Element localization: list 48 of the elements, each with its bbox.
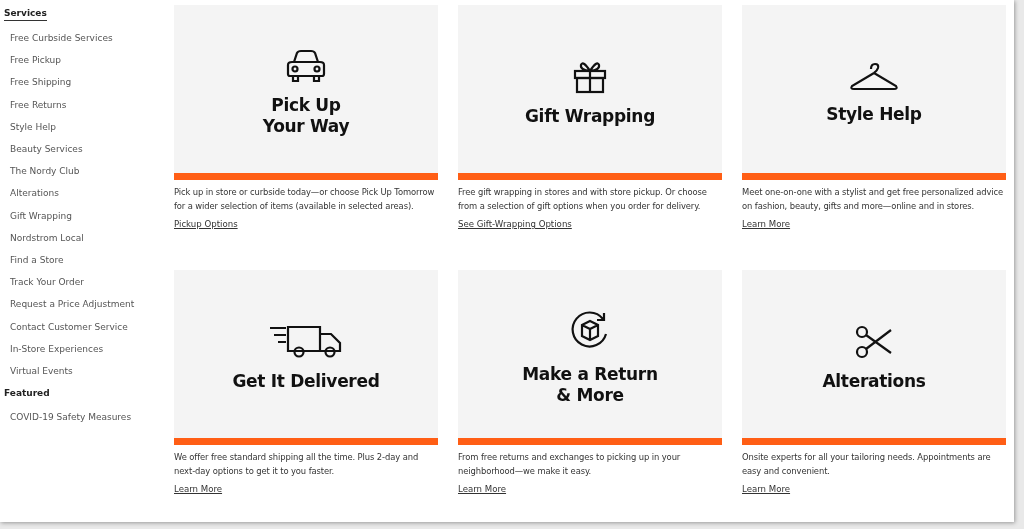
sidebar-heading[interactable]: Featured bbox=[4, 386, 50, 401]
card-tile[interactable]: Gift Wrapping bbox=[458, 5, 722, 173]
sidebar-link[interactable]: Virtual Events bbox=[4, 360, 170, 383]
card-tile[interactable]: Alterations bbox=[742, 270, 1006, 438]
card-link[interactable]: Learn More bbox=[174, 484, 223, 494]
card-description: Free gift wrapping in stores and with store pickup. Or choose from a selection of gift options when you order for delivery. bbox=[458, 186, 708, 213]
sidebar-link[interactable]: Request a Price Adjustment bbox=[4, 293, 170, 316]
sidebar-link[interactable]: Contact Customer Service bbox=[4, 315, 170, 338]
sidebar-link[interactable]: Nordstrom Local bbox=[4, 226, 170, 250]
card-title: Alterations bbox=[822, 370, 926, 392]
card-link[interactable]: Learn More bbox=[742, 219, 791, 229]
card-title: Gift Wrapping bbox=[524, 105, 656, 127]
sidebar-link[interactable]: Track Your Order bbox=[4, 271, 170, 294]
sidebar-link[interactable]: Beauty Services bbox=[4, 138, 170, 161]
card-tile[interactable]: Get It Delivered bbox=[174, 270, 438, 438]
card-tile[interactable]: Style Help bbox=[742, 5, 1006, 173]
hanger-icon bbox=[849, 61, 899, 92]
car-icon bbox=[284, 49, 328, 83]
sidebar-link[interactable]: The Nordy Club bbox=[4, 160, 170, 183]
card-title: Get It Delivered bbox=[232, 370, 380, 392]
sidebar-heading[interactable]: Services bbox=[4, 6, 47, 21]
sidebar-link[interactable]: Free Returns bbox=[4, 93, 170, 116]
card-title: Pick Up Your Way bbox=[262, 95, 350, 137]
sidebar-link[interactable]: Free Shipping bbox=[4, 71, 170, 94]
card-description: Pick up in store or curbside today—or choose Pick Up Tomorrow for a wider selection of items (available in selected areas). bbox=[174, 186, 436, 213]
card-tile[interactable]: Pick Up Your Way bbox=[174, 5, 438, 173]
truck-icon bbox=[268, 324, 344, 359]
card-description: We offer free standard shipping all the time. Plus 2-day and next-day options to get it to you faster. bbox=[174, 451, 420, 478]
card-link[interactable]: Learn More bbox=[458, 484, 507, 494]
gift-icon bbox=[573, 59, 607, 94]
card-link[interactable]: See Gift-Wrapping Options bbox=[458, 219, 572, 229]
card-tile[interactable]: Make a Return & More bbox=[458, 270, 722, 438]
sidebar-link[interactable]: COVID-19 Safety Measures bbox=[4, 406, 170, 429]
sidebar-link[interactable]: Free Curbside Services bbox=[4, 27, 170, 50]
sidebar-link[interactable]: Free Pickup bbox=[4, 49, 170, 72]
card-title: Make a Return & More bbox=[522, 364, 658, 406]
card-link[interactable]: Pickup Options bbox=[174, 219, 238, 229]
sidebar-link[interactable]: In-Store Experiences bbox=[4, 337, 170, 361]
card-description: Meet one-on-one with a stylist and get free personalized advice on fashion, beauty, gifts and more—online and in stores. bbox=[742, 186, 1005, 213]
scissors-icon bbox=[855, 324, 893, 359]
card-link[interactable]: Learn More bbox=[742, 484, 791, 494]
sidebar-link[interactable]: Style Help bbox=[4, 115, 170, 138]
sidebar-link[interactable]: Gift Wrapping bbox=[4, 204, 170, 227]
card-description: From free returns and exchanges to picking up in your neighborhood—we make it easy. bbox=[458, 451, 682, 478]
sidebar-link[interactable]: Find a Store bbox=[4, 249, 170, 272]
card-description: Onsite experts for all your tailoring needs. Appointments are easy and convenient. bbox=[742, 451, 992, 478]
card-title: Style Help bbox=[826, 103, 922, 125]
sidebar-link[interactable]: Alterations bbox=[4, 182, 170, 205]
